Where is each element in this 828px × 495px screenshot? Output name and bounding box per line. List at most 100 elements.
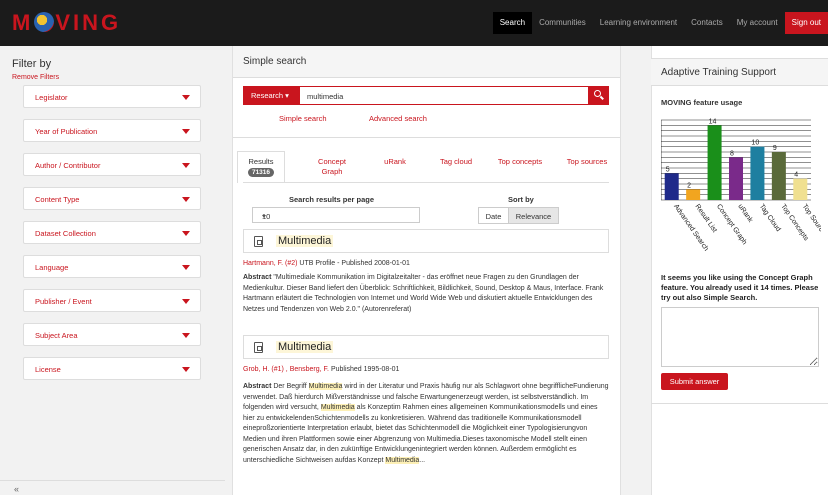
nav-learning-environment[interactable]: Learning environment <box>593 12 684 34</box>
tab-urank[interactable]: uRank <box>380 157 410 166</box>
chevron-down-icon <box>262 215 266 218</box>
filter-label: Author / Contributor <box>35 161 101 170</box>
divider <box>233 137 620 138</box>
moving-logo[interactable]: M VING <box>12 10 121 36</box>
nav-search[interactable]: Search <box>492 12 533 34</box>
filter-label: Year of Publication <box>35 127 98 136</box>
tab-concept-graph[interactable]: Concept Graph <box>310 157 354 177</box>
bar-value-label: 9 <box>773 145 777 152</box>
filter-label: Dataset Collection <box>35 229 96 238</box>
nav-contacts[interactable]: Contacts <box>684 12 730 34</box>
chart-bar <box>750 146 765 200</box>
chart-bar <box>771 152 786 200</box>
category-label: Tag Cloud <box>758 203 782 233</box>
document-icon <box>254 236 263 247</box>
ats-header: Adaptive Training Support <box>651 58 828 86</box>
caret-down-icon <box>182 95 190 100</box>
filter-license[interactable]: License <box>23 357 201 380</box>
abstract-text: ... <box>419 456 426 464</box>
filter-label: Content Type <box>35 195 80 204</box>
sort-date-button[interactable]: Date <box>478 207 509 224</box>
abstract-text: Der Begriff <box>271 383 309 390</box>
result-meta: UTB Profile - Published 2008-01-01 <box>297 260 410 267</box>
filter-publisher[interactable]: Publisher / Event <box>23 289 201 312</box>
results-per-page-select[interactable]: 10 <box>252 207 420 223</box>
filter-author[interactable]: Author / Contributor <box>23 153 201 176</box>
abstract-text: als Konzeptim Rahmen eines allgemeinen K… <box>243 404 598 464</box>
simple-search-header: Simple search <box>233 46 620 78</box>
result-title[interactable]: Multimedia <box>276 341 334 353</box>
tab-tag-cloud[interactable]: Tag cloud <box>434 157 478 166</box>
caret-down-icon <box>182 163 190 168</box>
feature-usage-chart: 5Advanced Search2Result List14Concept Gr… <box>661 118 821 252</box>
sort-relevance-button[interactable]: Relevance <box>508 207 559 224</box>
ats-title: Adaptive Training Support <box>661 67 777 78</box>
bar-value-label: 10 <box>751 140 759 147</box>
nav-my-account[interactable]: My account <box>730 12 785 34</box>
chart-bar <box>664 173 679 200</box>
submit-answer-button[interactable]: Submit answer <box>661 373 728 390</box>
simple-search-title: Simple search <box>243 56 307 67</box>
advanced-search-link[interactable]: Advanced search <box>369 114 427 123</box>
remove-filters-link[interactable]: Remove Filters <box>12 74 59 81</box>
highlight: Multimedia <box>385 456 420 464</box>
collapse-sidebar-icon[interactable]: « <box>14 484 19 494</box>
bar-value-label: 8 <box>730 150 734 157</box>
chart-bar <box>707 125 722 200</box>
highlight: Multimedia <box>320 404 355 411</box>
tab-label: Graph <box>321 167 343 176</box>
abstract-label: Abstract <box>243 274 272 281</box>
sign-out-button[interactable]: Sign out <box>784 12 828 34</box>
search-button[interactable] <box>588 86 609 105</box>
result-authors: Hartmann, F. (#2) UTB Profile - Publishe… <box>243 260 410 267</box>
result-meta: Published 1995-08-01 <box>329 366 400 373</box>
filter-subject-area[interactable]: Subject Area <box>23 323 201 346</box>
author-link[interactable]: , Bensberg, F. <box>284 366 329 373</box>
tab-divider <box>243 182 609 183</box>
filter-legislator[interactable]: Legislator <box>23 85 201 108</box>
result-abstract: Abstract Der Begriff Multimedia wird in … <box>243 382 611 466</box>
filter-year[interactable]: Year of Publication <box>23 119 201 142</box>
research-mode-dropdown[interactable]: Research ▾ <box>243 86 300 105</box>
filter-content-type[interactable]: Content Type <box>23 187 201 210</box>
nav-communities[interactable]: Communities <box>532 12 593 34</box>
result-authors: Grob, H. (#1) , Bensberg, F. Published 1… <box>243 366 399 373</box>
result-title[interactable]: Multimedia <box>276 235 334 247</box>
tab-top-sources[interactable]: Top sources <box>562 157 612 166</box>
tab-label: Concept <box>318 157 346 166</box>
caret-down-icon <box>182 129 190 134</box>
filter-dataset[interactable]: Dataset Collection <box>23 221 201 244</box>
simple-search-link[interactable]: Simple search <box>279 114 327 123</box>
bar-value-label: 4 <box>794 172 798 179</box>
globe-icon <box>34 12 55 32</box>
caret-down-icon <box>182 265 190 270</box>
result-title-box[interactable]: Multimedia <box>243 335 609 359</box>
filter-label: Publisher / Event <box>35 297 92 306</box>
bar-value-label: 14 <box>709 118 717 125</box>
filter-label: Subject Area <box>35 331 78 340</box>
caret-down-icon <box>182 333 190 338</box>
logo-text: VING <box>55 10 122 35</box>
author-link[interactable]: Hartmann, F. (#2) <box>243 260 297 267</box>
tab-top-concepts[interactable]: Top concepts <box>493 157 547 166</box>
abstract-label: Abstract <box>243 383 272 390</box>
chart-bar <box>729 157 743 200</box>
bar-value-label: 2 <box>687 182 691 189</box>
caret-down-icon <box>182 197 190 202</box>
main-nav: Search Communities Learning environment … <box>492 12 828 34</box>
chart-title: MOVING feature usage <box>661 98 743 107</box>
training-hint: It seems you like using the Concept Grap… <box>661 273 819 302</box>
filter-language[interactable]: Language <box>23 255 201 278</box>
bar-value-label: 5 <box>666 166 670 173</box>
tab-results[interactable]: Results 71316 <box>237 151 285 183</box>
author-link[interactable]: Grob, H. (#1) <box>243 366 284 373</box>
search-query-text: multimedia <box>307 92 344 101</box>
top-navbar: M VING Search Communities Learning enviro… <box>0 0 828 46</box>
result-title-box[interactable]: Multimedia <box>243 229 609 253</box>
result-abstract: Abstract "Multimediale Kommunikation im … <box>243 273 611 315</box>
search-icon-handle <box>600 95 604 100</box>
category-label: uRank <box>736 203 754 224</box>
answer-textarea[interactable] <box>661 307 819 367</box>
caret-down-icon <box>182 367 190 372</box>
filter-label: Language <box>35 263 69 272</box>
